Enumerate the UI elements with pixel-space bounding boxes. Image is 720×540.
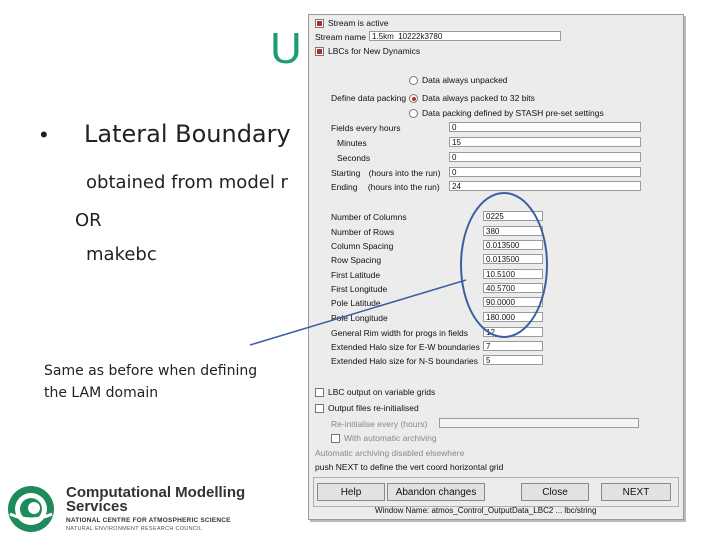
packing-option-unpacked[interactable]: Data always unpacked — [409, 75, 508, 86]
org-subtitle-ncas: NATIONAL CENTRE FOR ATMOSPHERIC SCIENCE — [66, 517, 231, 524]
body-line-or: OR — [75, 210, 102, 231]
minutes-input[interactable]: 15 — [449, 137, 641, 147]
grid-row-input[interactable]: 5 — [483, 355, 543, 365]
help-button[interactable]: Help — [317, 483, 385, 501]
next-button[interactable]: NEXT — [601, 483, 671, 501]
grid-row-label: Column Spacing — [331, 241, 394, 251]
window-name: Window Name: atmos_Control_OutputData_LB… — [375, 506, 597, 515]
lbc-variable-grids-checkbox[interactable]: LBC output on variable grids — [315, 387, 436, 398]
packing-option-stash[interactable]: Data packing defined by STASH pre-set se… — [409, 108, 604, 119]
stream-active-checkbox[interactable]: Stream is active — [315, 18, 389, 29]
grid-row-label: Row Spacing — [331, 255, 382, 265]
ending-label: Ending (hours into the run) — [331, 182, 440, 192]
annotation-note: Same as before when defining the LAM dom… — [44, 363, 258, 401]
starting-input[interactable]: 0 — [449, 167, 641, 177]
data-packing-label: Define data packing — [331, 93, 407, 103]
fields-every-hours-label: Fields every hours — [331, 123, 401, 133]
grid-row-label: General Rim width for progs in fields — [331, 328, 469, 338]
bullet-text: Lateral Boundary — [84, 120, 291, 148]
body-line-model: obtained from model r — [86, 172, 288, 193]
grid-row-label: Pole Latitude — [331, 298, 381, 308]
output-reinit-label: Output files re-initialised — [328, 403, 419, 413]
highlight-oval — [460, 192, 548, 338]
reinit-every-label: Re-initialise every (hours) — [331, 419, 428, 429]
grid-row-input[interactable]: 7 — [483, 341, 543, 351]
starting-label: Starting (hours into the run) — [331, 168, 441, 178]
reinit-every-input[interactable] — [439, 418, 639, 428]
grid-row-label: Number of Rows — [331, 227, 395, 237]
org-subtitle-nerc: NATURAL ENVIRONMENT RESEARCH COUNCIL — [66, 526, 203, 532]
seconds-label: Seconds — [337, 153, 371, 163]
lbc-variable-grids-label: LBC output on variable grids — [328, 387, 436, 397]
grid-row-label: Pole Longitude — [331, 313, 388, 323]
slide-title: U — [270, 24, 302, 73]
close-button[interactable]: Close — [521, 483, 589, 501]
body-line-makebc: makebc — [86, 244, 157, 265]
output-reinit-checkbox[interactable]: Output files re-initialised — [315, 403, 419, 414]
stream-name-input[interactable]: 1.5km_10222k3780 — [369, 31, 561, 41]
grid-row-label: Extended Halo size for N-S boundaries — [331, 356, 478, 366]
lbc-new-dynamics-checkbox[interactable]: LBCs for New Dynamics — [315, 46, 421, 57]
archiving-note: Automatic archiving disabled elsewhere — [315, 448, 465, 458]
ending-input[interactable]: 24 — [449, 181, 641, 191]
stream-active-label: Stream is active — [328, 18, 389, 28]
bullet-marker: • — [40, 122, 48, 147]
auto-archiving-checkbox[interactable]: With automatic archiving — [331, 433, 437, 444]
stream-name-label: Stream name — [315, 32, 367, 42]
grid-row-label: Extended Halo size for E-W boundaries — [331, 342, 480, 352]
grid-row-label: Number of Columns — [331, 212, 407, 222]
push-next-note: push NEXT to define the vert coord horiz… — [315, 462, 504, 472]
abandon-changes-button[interactable]: Abandon changes — [387, 483, 485, 501]
logo-icon — [8, 486, 54, 532]
seconds-input[interactable]: 0 — [449, 152, 641, 162]
minutes-label: Minutes — [337, 138, 367, 148]
grid-row-label: First Latitude — [331, 270, 381, 280]
packing-option-32bit[interactable]: Data always packed to 32 bits — [409, 93, 535, 104]
auto-archiving-label: With automatic archiving — [344, 433, 437, 443]
fields-every-hours-input[interactable]: 0 — [449, 122, 641, 132]
grid-row-label: First Longitude — [331, 284, 388, 294]
lbc-new-dynamics-label: LBCs for New Dynamics — [328, 46, 421, 56]
org-name: Computational Modelling Services — [66, 484, 246, 515]
